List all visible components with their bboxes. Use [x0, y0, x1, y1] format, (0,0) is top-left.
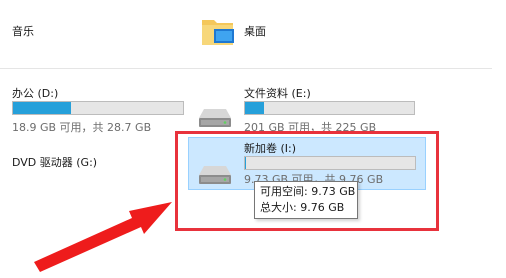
- drive-d-usage-fill: [13, 102, 71, 114]
- desktop-folder-label[interactable]: 桌面: [244, 25, 266, 38]
- drive-d-usage-bar: [12, 101, 184, 115]
- drive-e-label[interactable]: 文件资料 (E:): [244, 87, 311, 100]
- drive-e-usage-fill: [245, 102, 264, 114]
- drive-e-usage-bar: [244, 101, 415, 115]
- desktop-folder-icon[interactable]: [200, 14, 236, 48]
- drive-d-usage-text: 18.9 GB 可用，共 28.7 GB: [12, 121, 152, 134]
- drive-d-label[interactable]: 办公 (D:): [12, 87, 58, 100]
- drive-g-label[interactable]: DVD 驱动器 (G:): [12, 156, 97, 169]
- drive-e-icon[interactable]: [197, 106, 233, 130]
- music-folder-label[interactable]: 音乐: [12, 25, 34, 38]
- highlight-box: [175, 131, 439, 231]
- section-divider: [0, 68, 492, 69]
